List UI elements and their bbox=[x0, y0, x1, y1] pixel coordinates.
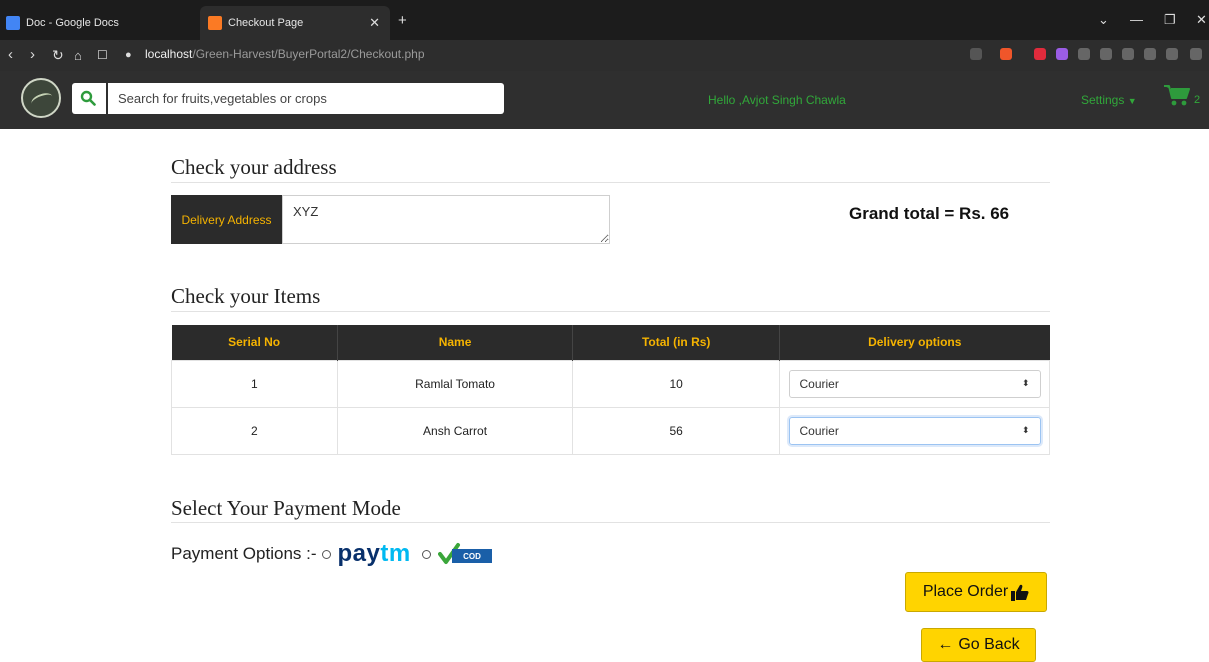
delivery-cell: Courier ⬍ bbox=[779, 406, 1050, 455]
window-close-icon[interactable]: ✕ bbox=[1196, 12, 1207, 28]
divider bbox=[171, 311, 1050, 312]
brave-shield-icon[interactable] bbox=[1000, 48, 1012, 60]
delivery-address-field[interactable]: XYZ bbox=[282, 195, 610, 244]
table-header-row: Serial No Name Total (in Rs) Delivery op… bbox=[171, 325, 1050, 360]
green-harvest-logo[interactable] bbox=[21, 78, 61, 118]
minimize-icon[interactable]: — bbox=[1130, 12, 1143, 27]
select-arrows-icon: ⬍ bbox=[1021, 378, 1030, 388]
search-input[interactable] bbox=[108, 83, 504, 114]
column-header: Serial No bbox=[171, 325, 338, 360]
new-tab-button[interactable]: + bbox=[398, 12, 407, 29]
items-heading: Check your Items bbox=[171, 284, 321, 308]
address-heading: Check your address bbox=[171, 155, 337, 179]
settings-label: Settings bbox=[1081, 93, 1125, 107]
cod-logo: COD bbox=[437, 543, 492, 564]
url-host: localhost bbox=[145, 47, 193, 61]
paytm-logo: paytm bbox=[338, 540, 411, 568]
info-icon[interactable]: ● bbox=[125, 49, 132, 61]
search-icon bbox=[80, 90, 96, 106]
share-icon[interactable] bbox=[970, 48, 982, 60]
settings-dropdown[interactable]: Settings ▼ bbox=[1081, 93, 1137, 107]
place-order-button[interactable]: Place Order bbox=[905, 572, 1047, 612]
tab-label: Checkout Page bbox=[228, 17, 304, 29]
delivery-address-label: Delivery Address bbox=[171, 195, 282, 244]
puzzle-icon[interactable] bbox=[1078, 48, 1090, 60]
column-header: Name bbox=[337, 325, 574, 360]
payment-options: Payment Options :- paytm COD bbox=[171, 540, 493, 568]
bookmark-icon[interactable]: ☐ bbox=[97, 48, 108, 62]
grand-total: Grand total = Rs. 66 bbox=[849, 204, 1010, 223]
cod-text: COD bbox=[463, 552, 481, 561]
browser-tab-bar: Doc - Google Docs Checkout Page ✕ + ⌄ — … bbox=[0, 0, 1209, 40]
caret-down-icon: ▼ bbox=[1127, 96, 1137, 106]
url-path: /Green-Harvest/BuyerPortal2/Checkout.php bbox=[192, 47, 425, 61]
sidebar-icon[interactable] bbox=[1100, 48, 1112, 60]
leo-icon[interactable] bbox=[1144, 48, 1156, 60]
chevron-down-icon[interactable]: ⌄ bbox=[1098, 12, 1109, 28]
paytm-radio[interactable] bbox=[321, 549, 331, 559]
table-row: 1 Ramlal Tomato 10 Courier ⬍ bbox=[171, 359, 1050, 408]
thumbs-up-icon bbox=[1011, 584, 1029, 601]
column-header: Delivery options bbox=[779, 325, 1050, 360]
divider bbox=[171, 182, 1050, 183]
place-order-label: Place Order bbox=[922, 583, 1009, 600]
paytm-tm-text: tm bbox=[380, 540, 411, 567]
google-docs-icon bbox=[6, 16, 20, 30]
tab-checkout-page[interactable]: Checkout Page ✕ bbox=[200, 6, 390, 40]
extension-icon[interactable] bbox=[1056, 48, 1068, 60]
greeting-text: Hello ,Avjot Singh Chawla bbox=[708, 93, 846, 107]
items-table: Serial No Name Total (in Rs) Delivery op… bbox=[171, 325, 1050, 455]
name-cell: Ansh Carrot bbox=[336, 406, 574, 455]
cart-icon[interactable] bbox=[1164, 84, 1190, 106]
payment-options-label: Payment Options :- bbox=[171, 544, 317, 563]
xampp-icon bbox=[208, 16, 222, 30]
table-row: 2 Ansh Carrot 56 Courier ⬍ bbox=[171, 406, 1050, 455]
name-cell: Ramlal Tomato bbox=[336, 359, 574, 408]
cod-radio[interactable] bbox=[421, 549, 431, 559]
delivery-select[interactable]: Courier ⬍ bbox=[788, 369, 1041, 398]
column-header: Total (in Rs) bbox=[572, 325, 781, 360]
serial-cell: 2 bbox=[171, 406, 338, 455]
back-icon[interactable]: ‹ bbox=[8, 46, 13, 63]
paytm-pay-text: pay bbox=[337, 540, 381, 567]
cart-count: 2 bbox=[1194, 94, 1201, 106]
go-back-label: Go Back bbox=[958, 636, 1020, 653]
divider bbox=[171, 522, 1050, 523]
total-cell: 10 bbox=[572, 359, 781, 408]
restore-icon[interactable]: ❐ bbox=[1164, 12, 1176, 28]
delivery-cell: Courier ⬍ bbox=[779, 359, 1050, 408]
wallet-icon[interactable] bbox=[1122, 48, 1134, 60]
total-cell: 56 bbox=[572, 406, 781, 455]
home-icon[interactable]: ⌂ bbox=[74, 48, 82, 63]
address-bar: ‹ › ↻ ⌂ ☐ ● localhost/Green-Harvest/Buye… bbox=[0, 40, 1209, 71]
tab-google-docs[interactable]: Doc - Google Docs bbox=[6, 6, 186, 40]
arrow-left-icon: ← bbox=[937, 636, 954, 653]
payment-heading: Select Your Payment Mode bbox=[171, 496, 401, 520]
delivery-select[interactable]: Courier ⬍ bbox=[788, 416, 1041, 445]
site-navbar: Hello ,Avjot Singh Chawla Settings ▼ 2 bbox=[0, 71, 1209, 129]
select-arrows-icon: ⬍ bbox=[1021, 425, 1030, 435]
menu-icon[interactable] bbox=[1190, 48, 1202, 60]
url-field[interactable]: localhost/Green-Harvest/BuyerPortal2/Che… bbox=[145, 47, 425, 61]
forward-icon[interactable]: › bbox=[30, 46, 35, 63]
close-icon[interactable]: ✕ bbox=[369, 15, 380, 31]
extension-icon[interactable] bbox=[1034, 48, 1046, 60]
reload-icon[interactable]: ↻ bbox=[52, 47, 64, 64]
delivery-select-value: Courier bbox=[799, 376, 839, 391]
search-button[interactable] bbox=[72, 83, 106, 114]
tab-label: Doc - Google Docs bbox=[26, 17, 119, 29]
delivery-select-value: Courier bbox=[799, 423, 839, 438]
vpn-icon[interactable] bbox=[1166, 48, 1178, 60]
serial-cell: 1 bbox=[171, 359, 338, 408]
